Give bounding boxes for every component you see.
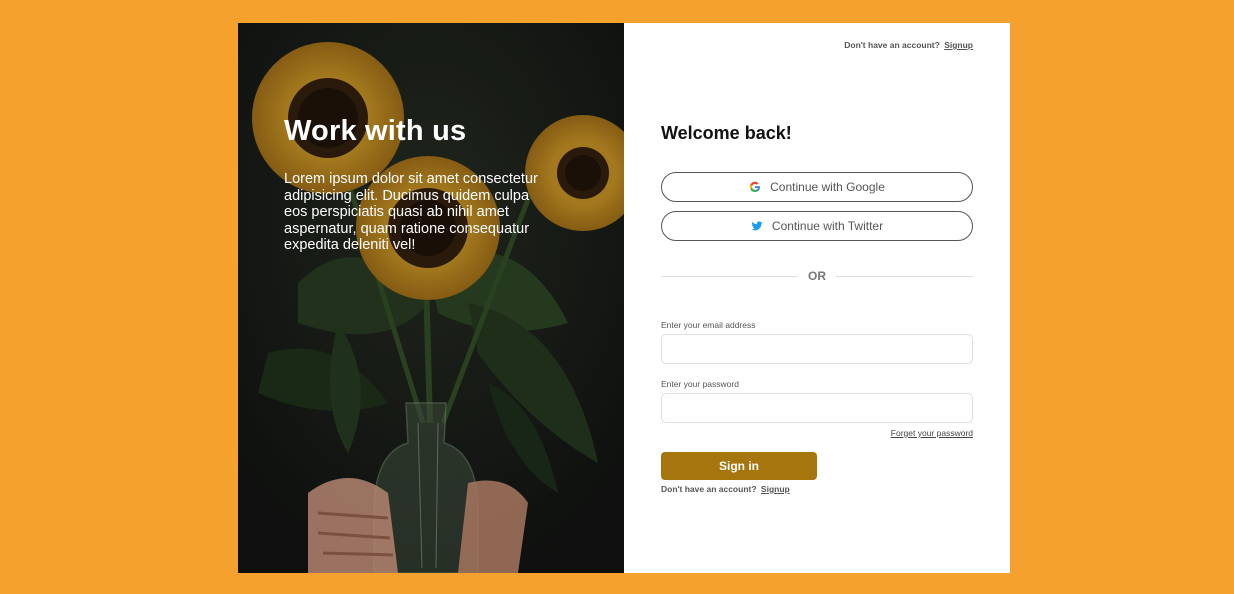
form-panel: Don't have an account? Signup Welcome ba…: [624, 23, 1010, 573]
header-signup-link[interactable]: Signup: [944, 40, 973, 50]
header-signup-prompt: Don't have an account? Signup: [844, 40, 973, 50]
hero-panel: Work with us Lorem ipsum dolor sit amet …: [238, 23, 624, 573]
divider-or-text: OR: [808, 269, 826, 283]
password-label: Enter your password: [661, 379, 739, 389]
password-field[interactable]: [661, 393, 973, 423]
google-icon: [749, 181, 761, 193]
sign-in-button[interactable]: Sign in: [661, 452, 817, 480]
continue-with-google-button[interactable]: Continue with Google: [661, 172, 973, 202]
footer-signup-prompt: Don't have an account? Signup: [661, 484, 790, 494]
divider-line-right: [836, 275, 973, 277]
twitter-button-label: Continue with Twitter: [771, 219, 884, 233]
twitter-icon: [751, 221, 763, 231]
footer-signup-text: Don't have an account?: [661, 484, 757, 494]
footer-signup-link[interactable]: Signup: [761, 484, 790, 494]
email-field[interactable]: [661, 334, 973, 364]
divider-line-left: [661, 275, 798, 277]
email-label: Enter your email address: [661, 320, 756, 330]
or-divider: OR: [661, 267, 973, 285]
login-card: Work with us Lorem ipsum dolor sit amet …: [238, 23, 1010, 573]
welcome-title: Welcome back!: [661, 123, 792, 143]
header-signup-text: Don't have an account?: [844, 40, 940, 50]
sunflower-image: [238, 23, 624, 573]
hero-title: Work with us: [284, 115, 467, 147]
google-button-label: Continue with Google: [770, 180, 885, 194]
forgot-password-link[interactable]: Forget your password: [891, 428, 973, 438]
continue-with-twitter-button[interactable]: Continue with Twitter: [661, 211, 973, 241]
hero-description: Lorem ipsum dolor sit amet consectetur a…: [284, 171, 538, 253]
